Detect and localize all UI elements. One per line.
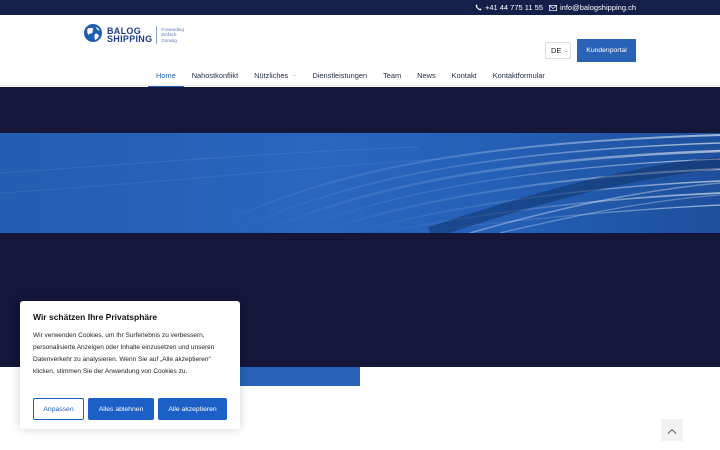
phone-link[interactable]: +41 44 775 11 55 bbox=[475, 3, 543, 12]
nav-label: Nützliches bbox=[254, 70, 289, 80]
logo-line-2: SHIPPING bbox=[107, 34, 153, 44]
nav-label: Dienstleistungen bbox=[312, 70, 368, 80]
accept-all-button[interactable]: Alle akzeptieren bbox=[158, 398, 227, 420]
scroll-to-top-button[interactable] bbox=[661, 419, 683, 441]
language-value: DE bbox=[551, 46, 562, 55]
globe-logo-icon bbox=[83, 23, 103, 48]
customize-cookies-button[interactable]: Anpassen bbox=[33, 398, 84, 420]
cookie-text: Wir verwenden Cookies, um Ihr Surferlebn… bbox=[33, 332, 215, 375]
logo-divider bbox=[156, 26, 158, 44]
logo-wordmark: BALOG SHIPPING bbox=[107, 27, 153, 44]
nav-item-home[interactable]: Home bbox=[148, 64, 184, 88]
chevron-down-icon: ⌄ bbox=[564, 47, 569, 54]
chevron-down-icon: ⌄ bbox=[292, 72, 297, 78]
nav-item-nuetzliches[interactable]: Nützliches ⌄ bbox=[246, 64, 304, 86]
nav-item-nahostkonflikt[interactable]: Nahostkonflikt bbox=[184, 64, 246, 86]
site-logo[interactable]: BALOG SHIPPING Forwarding Einfach Günsti… bbox=[83, 23, 193, 48]
contact-info: +41 44 775 11 55 info@balogshipping.ch bbox=[475, 0, 636, 15]
language-selector[interactable]: DE ⌄ bbox=[545, 42, 571, 59]
top-bar: +41 44 775 11 55 info@balogshipping.ch bbox=[0, 0, 720, 15]
tagline-3: Günstig bbox=[161, 37, 177, 43]
hero-highway-image bbox=[0, 133, 720, 233]
email-address: info@balogshipping.ch bbox=[560, 3, 636, 12]
nav-label: Kontaktformular bbox=[492, 70, 545, 80]
nav-label: Nahostkonflikt bbox=[191, 70, 239, 80]
cookie-consent-banner: Wir schätzen Ihre Privatsphäre Wir verwe… bbox=[20, 301, 240, 429]
nav-item-kontaktformular[interactable]: Kontaktformular bbox=[485, 64, 553, 86]
phone-icon bbox=[475, 4, 482, 11]
nav-label: Team bbox=[383, 70, 402, 80]
site-header: BALOG SHIPPING Forwarding Einfach Günsti… bbox=[0, 15, 720, 88]
nav-label: Kontakt bbox=[451, 70, 477, 80]
nav-item-team[interactable]: Team bbox=[375, 64, 409, 86]
chevron-up-icon bbox=[667, 421, 677, 439]
page: +41 44 775 11 55 info@balogshipping.ch B… bbox=[0, 0, 720, 450]
phone-number: +41 44 775 11 55 bbox=[484, 3, 543, 12]
cookie-title: Wir schätzen Ihre Privatsphäre bbox=[33, 312, 158, 322]
email-link[interactable]: info@balogshipping.ch bbox=[549, 3, 636, 12]
main-nav: Home Nahostkonflikt Nützliches ⌄ Dienstle… bbox=[148, 64, 553, 88]
nav-item-news[interactable]: News bbox=[409, 64, 443, 86]
nav-item-kontakt[interactable]: Kontakt bbox=[444, 64, 485, 86]
highway-light-trails bbox=[0, 134, 720, 233]
envelope-icon bbox=[549, 4, 557, 11]
nav-label: Home bbox=[156, 70, 176, 80]
nav-item-dienstleistungen[interactable]: Dienstleistungen bbox=[304, 64, 375, 86]
nav-label: News bbox=[417, 70, 436, 80]
logo-tagline: Forwarding Einfach Günstig bbox=[161, 27, 184, 44]
reject-all-button[interactable]: Alles ablehnen bbox=[88, 398, 154, 420]
cookie-buttons: Anpassen Alles ablehnen Alle akzeptieren bbox=[33, 398, 227, 420]
customer-portal-button[interactable]: Kundenportal bbox=[577, 39, 636, 62]
